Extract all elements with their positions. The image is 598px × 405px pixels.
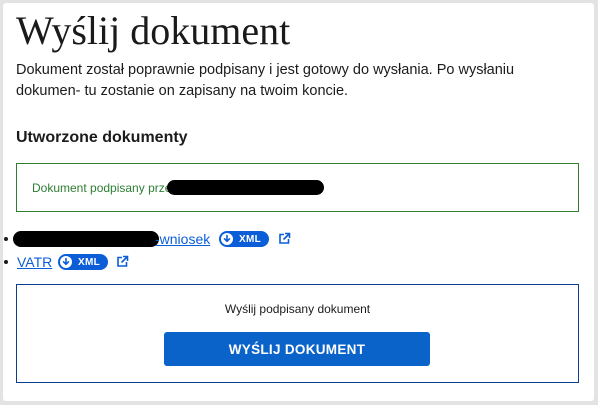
send-document-panel: Wyślij dokument Dokument został poprawni…	[3, 3, 594, 401]
download-icon	[60, 256, 72, 268]
document-link[interactable]: VATR	[17, 253, 52, 271]
signed-status-text: Dokument podpisany przez	[32, 181, 178, 195]
send-document-button[interactable]: WYŚLIJ DOKUMENT	[164, 332, 430, 366]
external-link-icon[interactable]	[278, 232, 291, 245]
xml-download-badge[interactable]: XML	[58, 254, 109, 270]
redacted-document-name	[13, 231, 159, 247]
xml-download-badge[interactable]: XML	[219, 231, 270, 247]
list-bullet	[4, 237, 8, 241]
xml-badge-label: XML	[239, 233, 262, 245]
send-section-label: Wyślij podpisany dokument	[224, 302, 371, 316]
download-icon	[221, 233, 233, 245]
signed-status-box: Dokument podpisany przez	[16, 163, 579, 212]
page-description: Dokument został poprawnie podpisany i je…	[16, 62, 515, 99]
documents-section-heading: Utworzone dokumenty	[16, 129, 188, 146]
external-link-icon[interactable]	[116, 255, 129, 268]
redacted-signer-name	[167, 180, 324, 195]
page-title: Wyślij dokument	[16, 8, 291, 53]
document-link[interactable]: -wniosek	[155, 230, 210, 248]
send-section: Wyślij podpisany dokument WYŚLIJ DOKUMEN…	[16, 284, 579, 383]
list-bullet	[4, 260, 8, 264]
xml-badge-label: XML	[78, 256, 101, 268]
